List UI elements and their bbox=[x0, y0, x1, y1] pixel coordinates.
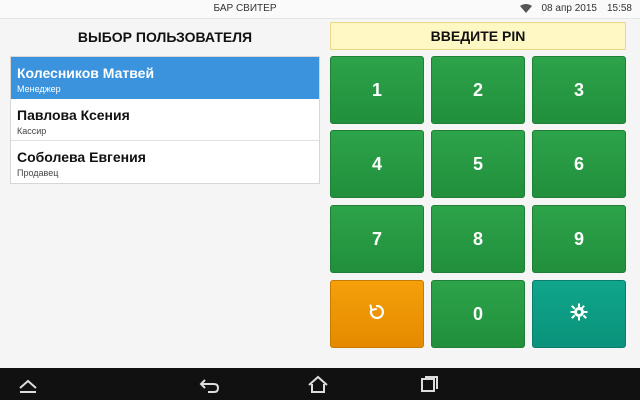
user-role: Кассир bbox=[17, 126, 47, 136]
key-7[interactable]: 7 bbox=[330, 205, 424, 273]
status-bar: БАР СВИТЕР 08 апр 2015 15:58 bbox=[0, 0, 640, 19]
key-4[interactable]: 4 bbox=[330, 130, 424, 198]
key-8[interactable]: 8 bbox=[431, 205, 525, 273]
user-name: Колесников Матвей bbox=[17, 65, 155, 81]
wifi-icon bbox=[519, 3, 532, 14]
user-item[interactable]: Павлова Ксения Кассир bbox=[11, 99, 319, 141]
key-2[interactable]: 2 bbox=[431, 56, 525, 124]
pin-banner: ВВЕДИТЕ PIN bbox=[330, 22, 626, 50]
navigation-bar bbox=[0, 368, 640, 400]
user-item[interactable]: Соболева Евгения Продавец bbox=[11, 141, 319, 183]
chevron-up-icon[interactable] bbox=[16, 374, 40, 394]
user-item[interactable]: Колесников Матвей Менеджер bbox=[11, 57, 319, 99]
undo-icon bbox=[369, 304, 385, 325]
key-1[interactable]: 1 bbox=[330, 56, 424, 124]
app-title: БАР СВИТЕР bbox=[213, 3, 277, 14]
back-icon[interactable] bbox=[198, 374, 222, 394]
user-role: Продавец bbox=[17, 168, 59, 178]
undo-button[interactable] bbox=[330, 280, 424, 348]
user-name: Павлова Ксения bbox=[17, 107, 130, 123]
status-right: 08 апр 2015 15:58 bbox=[519, 3, 632, 14]
key-5[interactable]: 5 bbox=[431, 130, 525, 198]
user-select-title: ВЫБОР ПОЛЬЗОВАТЕЛЯ bbox=[77, 29, 253, 45]
recents-icon[interactable] bbox=[416, 374, 440, 394]
user-list: Колесников Матвей Менеджер Павлова Ксени… bbox=[10, 56, 320, 184]
settings-button[interactable] bbox=[532, 280, 626, 348]
user-role: Менеджер bbox=[17, 84, 61, 94]
gear-icon bbox=[570, 303, 588, 326]
key-9[interactable]: 9 bbox=[532, 205, 626, 273]
key-3[interactable]: 3 bbox=[532, 56, 626, 124]
key-0[interactable]: 0 bbox=[431, 280, 525, 348]
key-6[interactable]: 6 bbox=[532, 130, 626, 198]
home-icon[interactable] bbox=[306, 374, 330, 394]
status-date: 08 апр 2015 bbox=[541, 3, 597, 14]
status-time: 15:58 bbox=[606, 3, 632, 14]
user-name: Соболева Евгения bbox=[17, 149, 146, 165]
